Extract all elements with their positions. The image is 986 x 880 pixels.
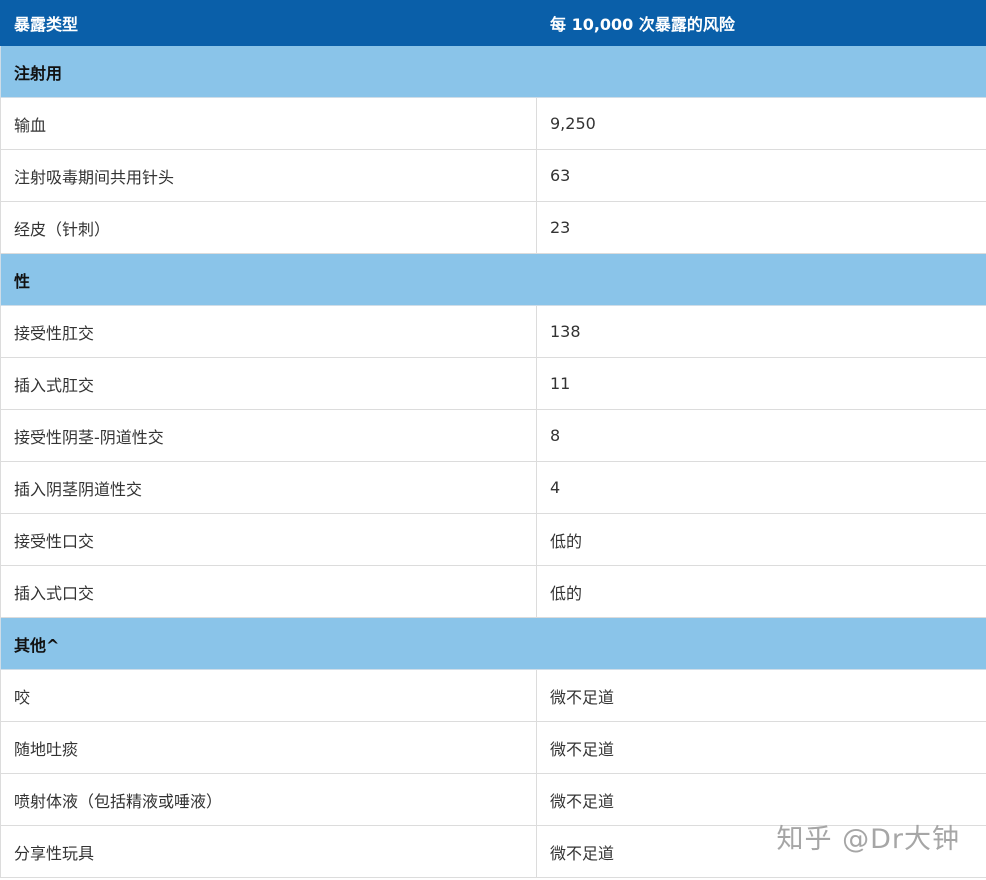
- table-row: 经皮（针刺） 23: [0, 201, 986, 254]
- header-risk-per-10000: 每 10,000 次暴露的风险: [536, 0, 986, 46]
- exposure-type-cell: 咬: [0, 669, 537, 722]
- exposure-type-cell: 插入式口交: [0, 565, 537, 618]
- section-title: 性: [0, 253, 986, 306]
- table-row: 喷射体液（包括精液或唾液） 微不足道: [0, 773, 986, 826]
- risk-cell: 微不足道: [536, 825, 986, 878]
- risk-cell: 微不足道: [536, 721, 986, 774]
- section-row-injection: 注射用: [0, 45, 986, 98]
- section-title: 其他^: [0, 617, 986, 670]
- exposure-type-cell: 接受性阴茎-阴道性交: [0, 409, 537, 462]
- table-row: 输血 9,250: [0, 97, 986, 150]
- exposure-type-cell: 随地吐痰: [0, 721, 537, 774]
- exposure-type-cell: 插入式肛交: [0, 357, 537, 410]
- table-row: 分享性玩具 微不足道: [0, 825, 986, 878]
- table-row: 随地吐痰 微不足道: [0, 721, 986, 774]
- table-row: 咬 微不足道: [0, 669, 986, 722]
- exposure-type-cell: 分享性玩具: [0, 825, 537, 878]
- risk-cell: 23: [536, 201, 986, 254]
- table-row: 接受性肛交 138: [0, 305, 986, 358]
- risk-cell: 63: [536, 149, 986, 202]
- exposure-type-cell: 接受性口交: [0, 513, 537, 566]
- section-title: 注射用: [0, 45, 986, 98]
- table-row: 插入阴茎阴道性交 4: [0, 461, 986, 514]
- section-row-other: 其他^: [0, 617, 986, 670]
- table-row: 接受性口交 低的: [0, 513, 986, 566]
- table-row: 插入式口交 低的: [0, 565, 986, 618]
- exposure-type-cell: 插入阴茎阴道性交: [0, 461, 537, 514]
- risk-cell: 9,250: [536, 97, 986, 150]
- risk-cell: 低的: [536, 565, 986, 618]
- header-exposure-type: 暴露类型: [0, 0, 537, 46]
- table-header-row: 暴露类型 每 10,000 次暴露的风险: [0, 0, 986, 46]
- table-row: 接受性阴茎-阴道性交 8: [0, 409, 986, 462]
- table-row: 注射吸毒期间共用针头 63: [0, 149, 986, 202]
- exposure-type-cell: 接受性肛交: [0, 305, 537, 358]
- exposure-type-cell: 输血: [0, 97, 537, 150]
- exposure-type-cell: 经皮（针刺）: [0, 201, 537, 254]
- risk-cell: 微不足道: [536, 669, 986, 722]
- risk-cell: 微不足道: [536, 773, 986, 826]
- risk-cell: 低的: [536, 513, 986, 566]
- risk-cell: 8: [536, 409, 986, 462]
- risk-table: 暴露类型 每 10,000 次暴露的风险 注射用 输血 9,250 注射吸毒期间…: [0, 0, 986, 878]
- section-row-sexual: 性: [0, 253, 986, 306]
- risk-cell: 138: [536, 305, 986, 358]
- exposure-type-cell: 注射吸毒期间共用针头: [0, 149, 537, 202]
- exposure-type-cell: 喷射体液（包括精液或唾液）: [0, 773, 537, 826]
- risk-cell: 4: [536, 461, 986, 514]
- table-row: 插入式肛交 11: [0, 357, 986, 410]
- risk-cell: 11: [536, 357, 986, 410]
